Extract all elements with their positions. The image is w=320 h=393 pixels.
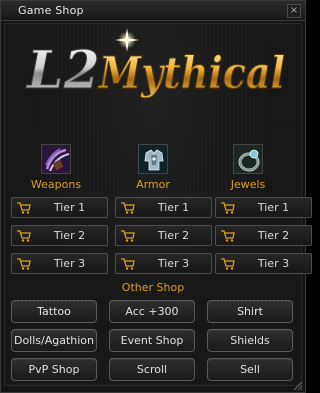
game-shop-window: Game Shop × L2 Mythical Weapons Armor Je… (0, 0, 312, 393)
weapons-tier-1-button[interactable]: Tier 1 (11, 197, 108, 218)
category-jewels: Jewels (213, 144, 283, 191)
shirt-button[interactable]: Shirt (207, 300, 293, 323)
weapons-tier-3-button[interactable]: Tier 3 (11, 253, 108, 274)
logo-text-mythical: Mythical (97, 48, 285, 99)
tattoo-button[interactable]: Tattoo (11, 300, 97, 323)
weapons-tier-2-button[interactable]: Tier 2 (11, 225, 108, 246)
cart-icon (221, 202, 235, 214)
armor-icon (138, 144, 168, 174)
tier-label: Tier 1 (157, 201, 190, 214)
tier-label: Tier 3 (53, 257, 86, 270)
sell-button[interactable]: Sell (207, 358, 293, 381)
cart-icon (121, 258, 135, 270)
tier-label: Tier 3 (257, 257, 290, 270)
cart-icon (221, 230, 235, 242)
button-label: Dolls/Agathion (13, 334, 95, 347)
tier-label: Tier 3 (157, 257, 190, 270)
armor-tier-3-button[interactable]: Tier 3 (115, 253, 212, 274)
close-icon: × (289, 5, 299, 16)
window-title: Game Shop (18, 4, 84, 17)
tier-label: Tier 2 (257, 229, 290, 242)
claw-weapon-icon (41, 144, 71, 174)
other-shop-title: Other Shop (121, 281, 185, 294)
pvp-shop-button[interactable]: PvP Shop (11, 358, 97, 381)
jewels-tier-3-button[interactable]: Tier 3 (215, 253, 312, 274)
resize-grip-icon[interactable] (291, 379, 303, 391)
category-label-jewels: Jewels (230, 178, 266, 191)
cart-icon (17, 202, 31, 214)
tier-label: Tier 1 (53, 201, 86, 214)
l2mythical-logo: L2 Mythical (25, 28, 286, 102)
button-label: Shirt (237, 305, 263, 318)
title-bar[interactable]: Game Shop × (1, 1, 305, 21)
button-label: Scroll (136, 363, 168, 376)
cart-icon (17, 258, 31, 270)
tier-label: Tier 1 (257, 201, 290, 214)
button-label: Acc +300 (125, 305, 179, 318)
button-label: Event Shop (120, 334, 184, 347)
ring-icon (233, 144, 263, 174)
button-label: Sell (240, 363, 260, 376)
category-weapons: Weapons (21, 144, 91, 191)
event-shop-button[interactable]: Event Shop (109, 329, 195, 352)
logo-text-l2: L2 (25, 40, 100, 101)
close-button[interactable]: × (287, 4, 301, 18)
cart-icon (121, 230, 135, 242)
tier-label: Tier 2 (157, 229, 190, 242)
button-label: Tattoo (37, 305, 71, 318)
dolls-agathion-button[interactable]: Dolls/Agathion (11, 329, 97, 352)
scroll-button[interactable]: Scroll (109, 358, 195, 381)
acc-300-button[interactable]: Acc +300 (109, 300, 195, 323)
armor-tier-2-button[interactable]: Tier 2 (115, 225, 212, 246)
category-label-armor: Armor (136, 178, 170, 191)
cart-icon (221, 258, 235, 270)
category-label-weapons: Weapons (30, 178, 82, 191)
button-label: PvP Shop (28, 363, 80, 376)
jewels-tier-2-button[interactable]: Tier 2 (215, 225, 312, 246)
shields-button[interactable]: Shields (207, 329, 293, 352)
armor-tier-1-button[interactable]: Tier 1 (115, 197, 212, 218)
cart-icon (17, 230, 31, 242)
tier-label: Tier 2 (53, 229, 86, 242)
jewels-tier-1-button[interactable]: Tier 1 (215, 197, 312, 218)
category-armor: Armor (118, 144, 188, 191)
button-label: Shields (230, 334, 270, 347)
cart-icon (121, 202, 135, 214)
